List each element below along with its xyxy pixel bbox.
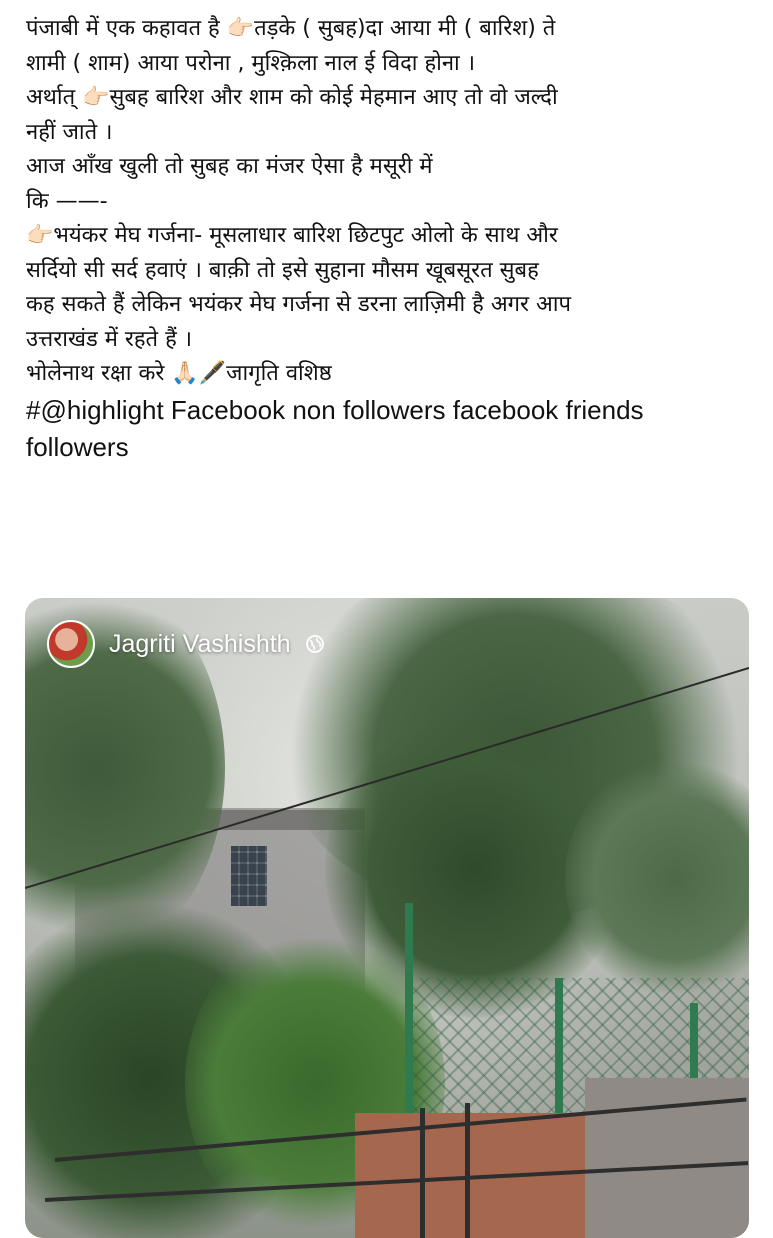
post-line: कह सकते हैं लेकिन भयंकर मेघ गर्जना से डर… xyxy=(26,292,571,317)
post-line: कि ——- xyxy=(26,188,108,214)
post-text: पंजाबी में एक कहावत है 👉🏻तड़के ( सुबह)दा… xyxy=(26,12,756,466)
post-line: भोलेनाथ रक्षा करे 🙏🏻🖋️जागृति वशिष्ठ xyxy=(26,361,332,386)
post-line: सर्दियो सी सर्द हवाएं । बाक़ी तो इसे सुह… xyxy=(26,257,539,283)
post-line: अर्थात् 👉🏻सुबह बारिश और शाम को कोई मेहमा… xyxy=(26,85,558,110)
globe-icon xyxy=(305,635,324,653)
post-line: आज आँख खुली तो सुबह का मंजर ऐसा है मसूरी… xyxy=(26,154,433,179)
shared-video[interactable]: Jagriti Vashishth xyxy=(25,598,749,1238)
post-line: शामी ( शाम) आया परोना , मुश्क़िला नाल ई … xyxy=(26,50,476,76)
author-name[interactable]: Jagriti Vashishth xyxy=(109,630,291,659)
post-line: 👉🏻भयंकर मेघ गर्जना- मूसलाधार बारिश छिटपु… xyxy=(26,223,558,248)
hashtag-link[interactable]: #@highlight Facebook non followers faceb… xyxy=(26,392,756,429)
post-line: नहीं जाते । xyxy=(26,119,113,145)
post-line: उत्तराखंड में रहते हैं । xyxy=(26,326,193,352)
hashtag-link[interactable]: followers xyxy=(26,429,756,466)
post-line: पंजाबी में एक कहावत है 👉🏻तड़के ( सुबह)दा… xyxy=(26,16,556,41)
avatar[interactable] xyxy=(47,620,95,668)
power-line xyxy=(25,667,749,889)
author-profile[interactable]: Jagriti Vashishth xyxy=(47,620,325,668)
